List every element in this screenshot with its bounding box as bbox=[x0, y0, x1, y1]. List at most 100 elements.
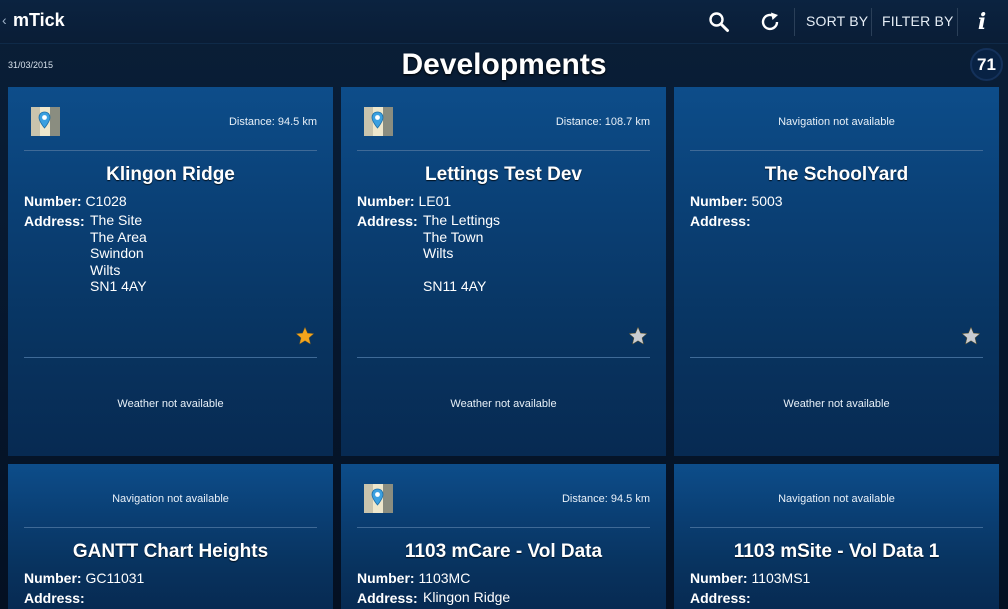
card-divider bbox=[690, 150, 983, 151]
search-icon[interactable] bbox=[703, 6, 735, 38]
address-line: The Town bbox=[423, 228, 484, 245]
number-field: Number: C1028 bbox=[24, 193, 127, 209]
weather-status: Weather not available bbox=[783, 398, 890, 410]
number-value: 1103MC bbox=[418, 570, 471, 586]
card-title: 1103 mSite - Vol Data 1 bbox=[733, 541, 940, 562]
number-label: Number: bbox=[690, 193, 748, 209]
address-field: Address: bbox=[690, 590, 751, 606]
action-separator bbox=[957, 8, 958, 36]
address-line: Wilts bbox=[423, 245, 454, 262]
card-title: Klingon Ridge bbox=[106, 164, 235, 185]
weather-status: Weather not available bbox=[117, 398, 224, 410]
card-divider bbox=[357, 527, 650, 528]
address-label: Address: bbox=[690, 590, 751, 606]
address-label: Address: bbox=[357, 213, 418, 229]
count-badge: 71 bbox=[970, 48, 1003, 81]
address-line: Wilts bbox=[90, 261, 121, 278]
number-label: Number: bbox=[24, 193, 82, 209]
number-field: Number: 1103MC bbox=[357, 570, 470, 586]
filter-by-button[interactable]: FILTER BY bbox=[882, 13, 954, 29]
address-field: Address: bbox=[357, 590, 418, 606]
development-card[interactable]: Navigation not available 1103 mSite - Vol… bbox=[674, 464, 999, 609]
number-field: Number: 5003 bbox=[690, 193, 783, 209]
address-label: Address: bbox=[24, 213, 85, 229]
number-label: Number: bbox=[24, 570, 82, 586]
info-glyph: i bbox=[977, 9, 987, 35]
page-title: Developments bbox=[401, 48, 607, 81]
navigation-status: Navigation not available bbox=[778, 493, 895, 505]
info-icon[interactable]: i bbox=[966, 6, 998, 38]
card-divider bbox=[690, 357, 983, 358]
card-top-row: Distance: 94.5 km bbox=[357, 483, 650, 515]
address-label: Address: bbox=[357, 590, 418, 606]
address-line: SN11 4AY bbox=[423, 278, 487, 295]
address-field: Address: bbox=[24, 590, 85, 606]
card-top-row: Navigation not available bbox=[690, 106, 983, 138]
navigation-status: Navigation not available bbox=[112, 493, 229, 505]
address-lines: The Site The Area Swindon Wilts SN1 4AY bbox=[90, 212, 147, 295]
number-field: Number: 1103MS1 bbox=[690, 570, 810, 586]
number-value: 1103MS1 bbox=[751, 570, 811, 586]
address-field: Address: bbox=[690, 213, 751, 229]
address-line: The Area bbox=[90, 228, 147, 245]
address-line: Klingon Ridge bbox=[423, 589, 511, 605]
development-card[interactable]: Distance: 108.7 km Lettings Test Dev Numbe… bbox=[341, 87, 666, 456]
number-value: C1028 bbox=[85, 193, 127, 209]
number-field: Number: LE01 bbox=[357, 193, 451, 209]
map-icon[interactable] bbox=[363, 483, 394, 514]
refresh-icon[interactable] bbox=[754, 6, 786, 38]
favorite-star-icon[interactable] bbox=[961, 326, 981, 346]
back-chevron-icon[interactable]: ‹ bbox=[2, 12, 7, 28]
card-title: The SchoolYard bbox=[764, 164, 909, 185]
card-divider bbox=[357, 150, 650, 151]
app-title[interactable]: mTick bbox=[13, 10, 65, 31]
action-bar: ‹ mTick SORT BY FILTER BY i bbox=[0, 0, 1008, 44]
development-card[interactable]: Navigation not available The SchoolYard Nu… bbox=[674, 87, 999, 456]
map-icon[interactable] bbox=[30, 106, 61, 137]
address-label: Address: bbox=[690, 213, 751, 229]
number-value: 5003 bbox=[751, 193, 783, 209]
map-icon[interactable] bbox=[363, 106, 394, 137]
card-title: 1103 mCare - Vol Data bbox=[404, 541, 603, 562]
number-label: Number: bbox=[690, 570, 748, 586]
favorite-star-icon[interactable] bbox=[628, 326, 648, 346]
card-divider bbox=[690, 527, 983, 528]
card-divider bbox=[24, 527, 317, 528]
action-separator bbox=[871, 8, 872, 36]
distance-label: Distance: 94.5 km bbox=[228, 116, 317, 128]
card-top-row: Distance: 108.7 km bbox=[357, 106, 650, 138]
address-line: Swindon bbox=[90, 245, 144, 262]
favorite-star-icon[interactable] bbox=[295, 326, 315, 346]
number-value: GC11031 bbox=[85, 570, 145, 586]
action-separator bbox=[794, 8, 795, 36]
development-card[interactable]: Distance: 94.5 km 1103 mCare - Vol Data Nu… bbox=[341, 464, 666, 609]
card-top-row: Navigation not available bbox=[690, 483, 983, 515]
sort-by-button[interactable]: SORT BY bbox=[806, 13, 868, 29]
address-line bbox=[423, 262, 500, 279]
card-top-row: Navigation not available bbox=[24, 483, 317, 515]
card-divider bbox=[357, 357, 650, 358]
development-card[interactable]: Navigation not available GANTT Chart Heig… bbox=[8, 464, 333, 609]
address-line: The Lettings bbox=[423, 212, 501, 228]
card-top-row: Distance: 94.5 km bbox=[24, 106, 317, 138]
address-line: SN1 4AY bbox=[90, 278, 147, 295]
card-title: Lettings Test Dev bbox=[425, 164, 582, 185]
card-title: GANTT Chart Heights bbox=[72, 541, 269, 562]
number-label: Number: bbox=[357, 193, 415, 209]
address-lines: Klingon Ridge bbox=[423, 589, 510, 606]
development-card[interactable]: Distance: 94.5 km Klingon Ridge Number: C1… bbox=[8, 87, 333, 456]
address-line: The Site bbox=[90, 212, 143, 228]
address-field: Address: bbox=[357, 213, 418, 229]
address-field: Address: bbox=[24, 213, 85, 229]
card-divider bbox=[24, 150, 317, 151]
number-label: Number: bbox=[357, 570, 415, 586]
navigation-status: Navigation not available bbox=[778, 116, 895, 128]
number-field: Number: GC11031 bbox=[24, 570, 144, 586]
number-value: LE01 bbox=[418, 193, 452, 209]
distance-label: Distance: 94.5 km bbox=[561, 493, 650, 505]
weather-status: Weather not available bbox=[450, 398, 557, 410]
address-lines: The Lettings The Town Wilts SN11 4AY bbox=[423, 212, 500, 295]
distance-label: Distance: 108.7 km bbox=[555, 116, 650, 128]
address-label: Address: bbox=[24, 590, 85, 606]
app-root: ‹ mTick SORT BY FILTER BY i 31/03/2015 D… bbox=[0, 0, 1008, 609]
